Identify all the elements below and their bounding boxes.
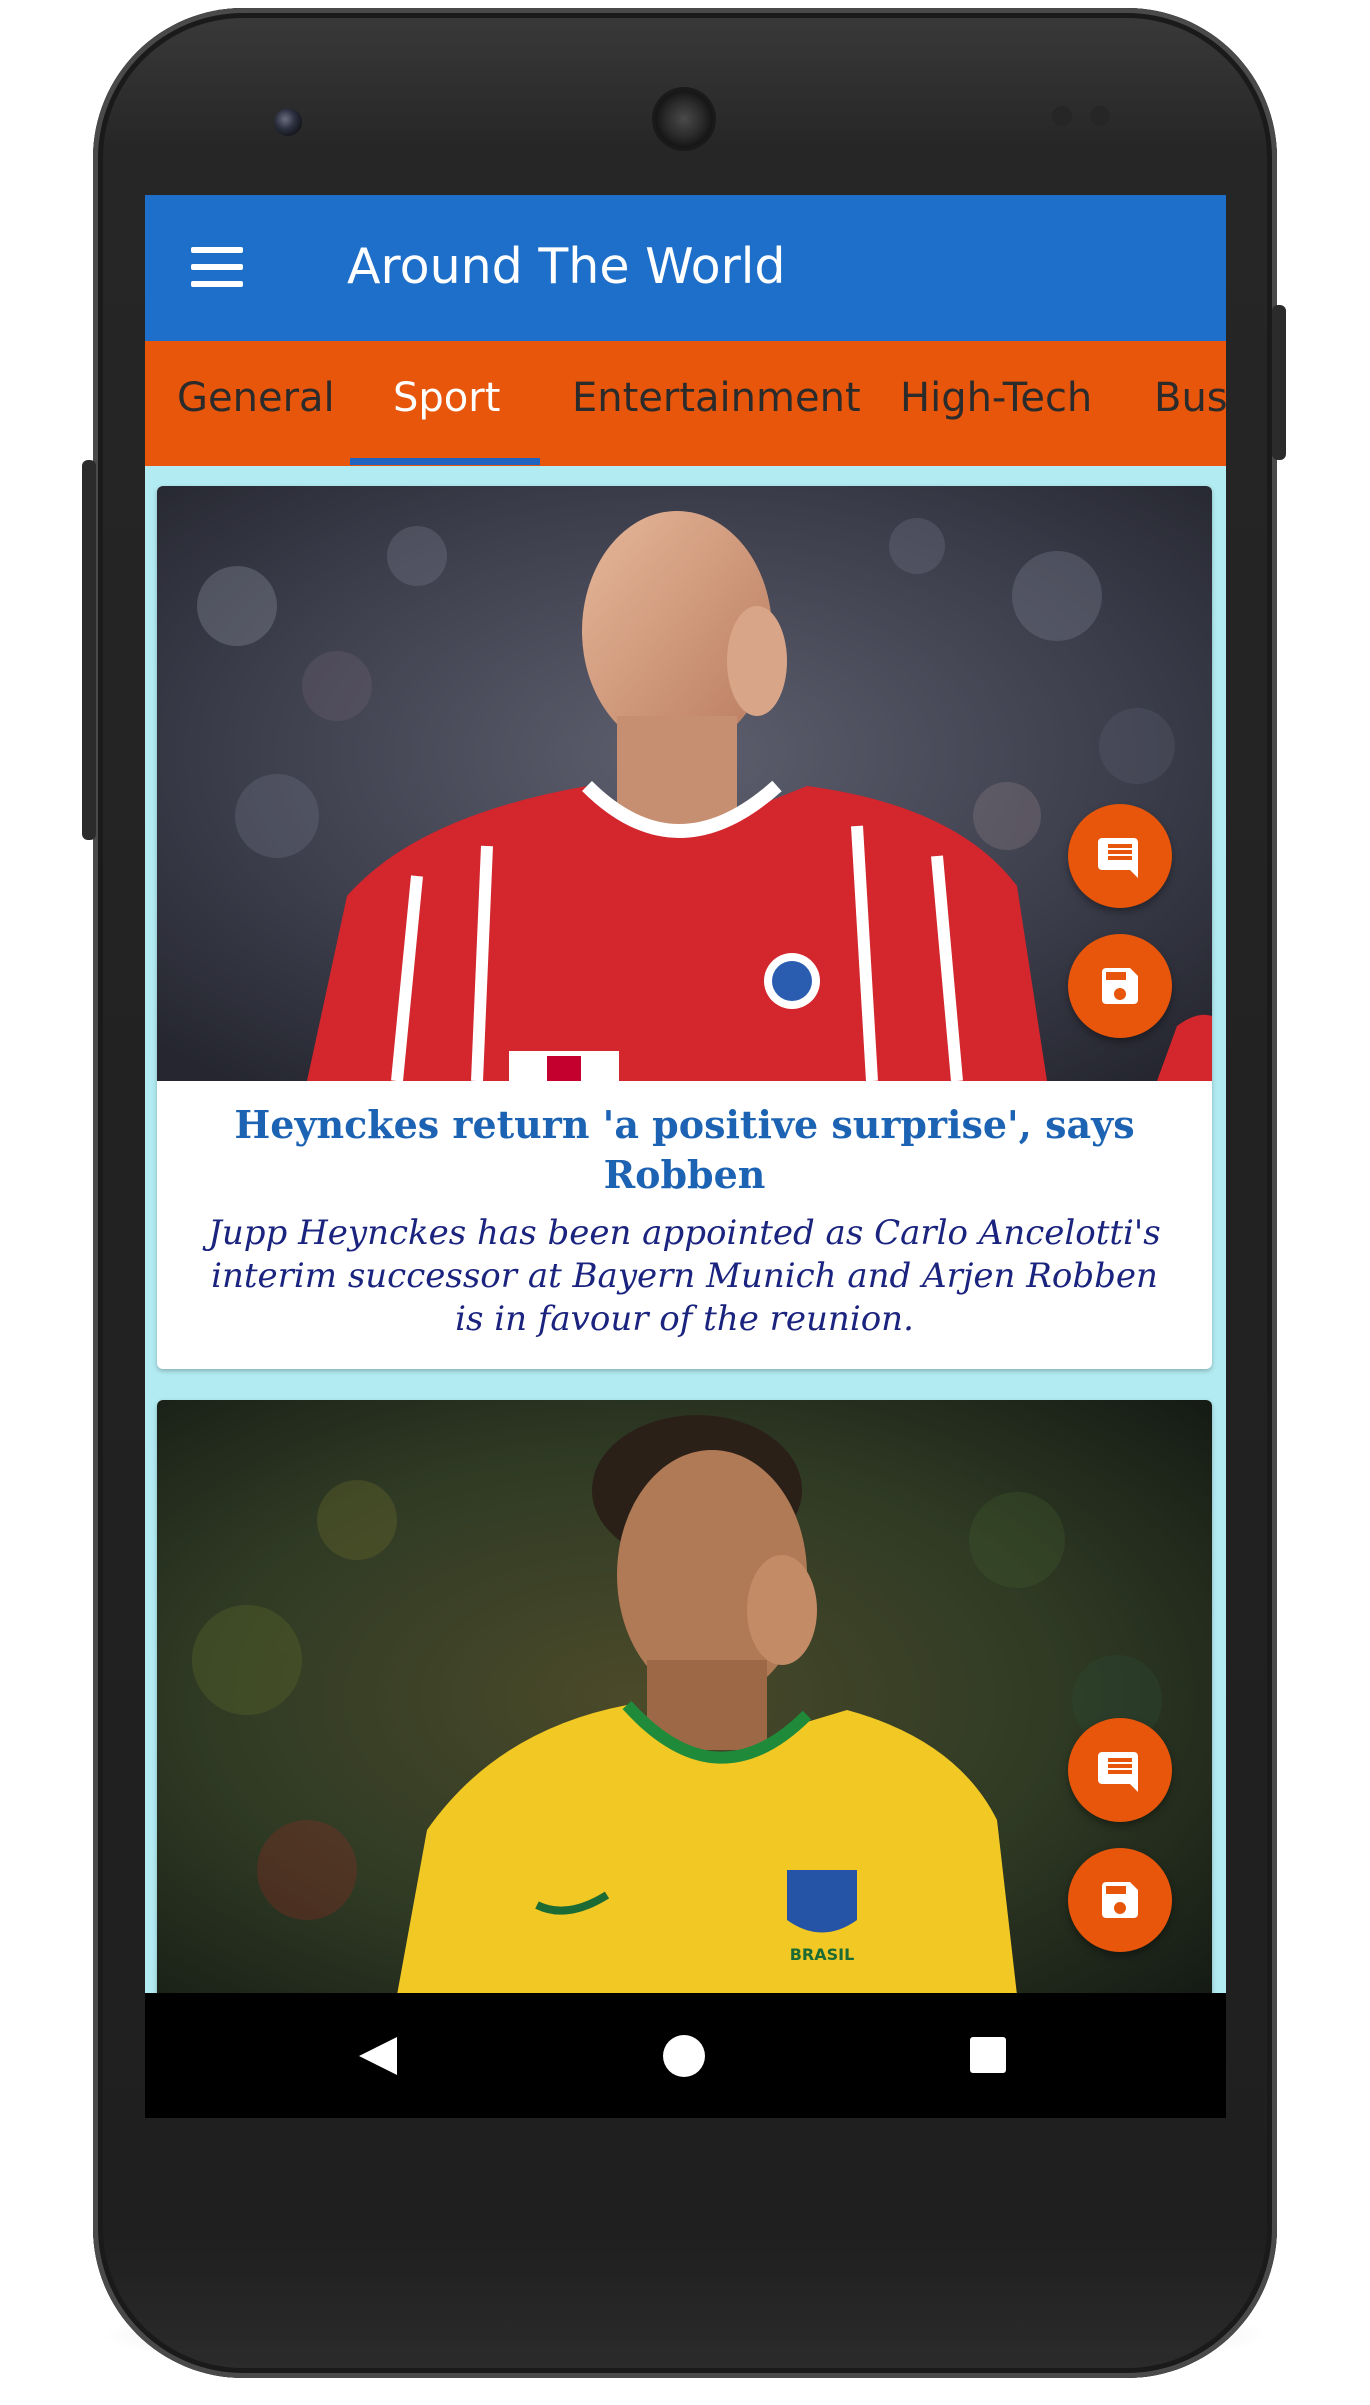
proximity-sensor	[1052, 106, 1072, 126]
hamburger-menu-icon[interactable]	[191, 247, 243, 287]
system-navigation-bar	[145, 1993, 1226, 2118]
article-card[interactable]: BRASIL	[157, 1400, 1212, 2020]
earpiece-speaker	[655, 90, 713, 148]
article-description: Jupp Heynckes has been appointed as Carl…	[208, 1213, 1161, 1339]
active-tab-indicator	[350, 458, 540, 465]
category-tab-bar: General Sport Entertainment High-Tech Bu…	[145, 341, 1226, 466]
article-card[interactable]: Heynckes return 'a positive surprise', s…	[157, 486, 1212, 1369]
tab-entertainment[interactable]: Entertainment	[572, 341, 861, 466]
comment-button[interactable]	[1068, 804, 1172, 908]
save-button[interactable]	[1068, 934, 1172, 1038]
save-button[interactable]	[1068, 1848, 1172, 1952]
crest-lettering: BRASIL	[790, 1945, 855, 1964]
back-triangle-icon[interactable]	[355, 2033, 401, 2079]
app-bar: Around The World	[145, 195, 1226, 341]
phone-screen: Around The World General Sport Entertain…	[145, 195, 1226, 2118]
light-sensor	[1090, 106, 1110, 126]
article-title[interactable]: Heynckes return 'a positive surprise', s…	[177, 1100, 1192, 1200]
save-icon	[1102, 1882, 1138, 1918]
article-image: BRASIL	[157, 1400, 1212, 1995]
front-camera	[274, 108, 302, 136]
recents-square-icon[interactable]	[968, 2035, 1008, 2075]
app-title: Around The World	[347, 238, 786, 295]
article-image	[157, 486, 1212, 1081]
power-button	[82, 460, 96, 840]
tab-general[interactable]: General	[177, 341, 335, 466]
comment-icon	[1098, 838, 1138, 878]
comment-button[interactable]	[1068, 1718, 1172, 1822]
tab-business[interactable]: Bus	[1154, 341, 1226, 466]
home-circle-icon[interactable]	[661, 2033, 707, 2079]
tab-high-tech[interactable]: High-Tech	[900, 341, 1092, 466]
volume-button	[1272, 305, 1286, 460]
comment-icon	[1098, 1752, 1138, 1792]
save-icon	[1102, 968, 1138, 1004]
tab-sport[interactable]: Sport	[393, 341, 500, 466]
